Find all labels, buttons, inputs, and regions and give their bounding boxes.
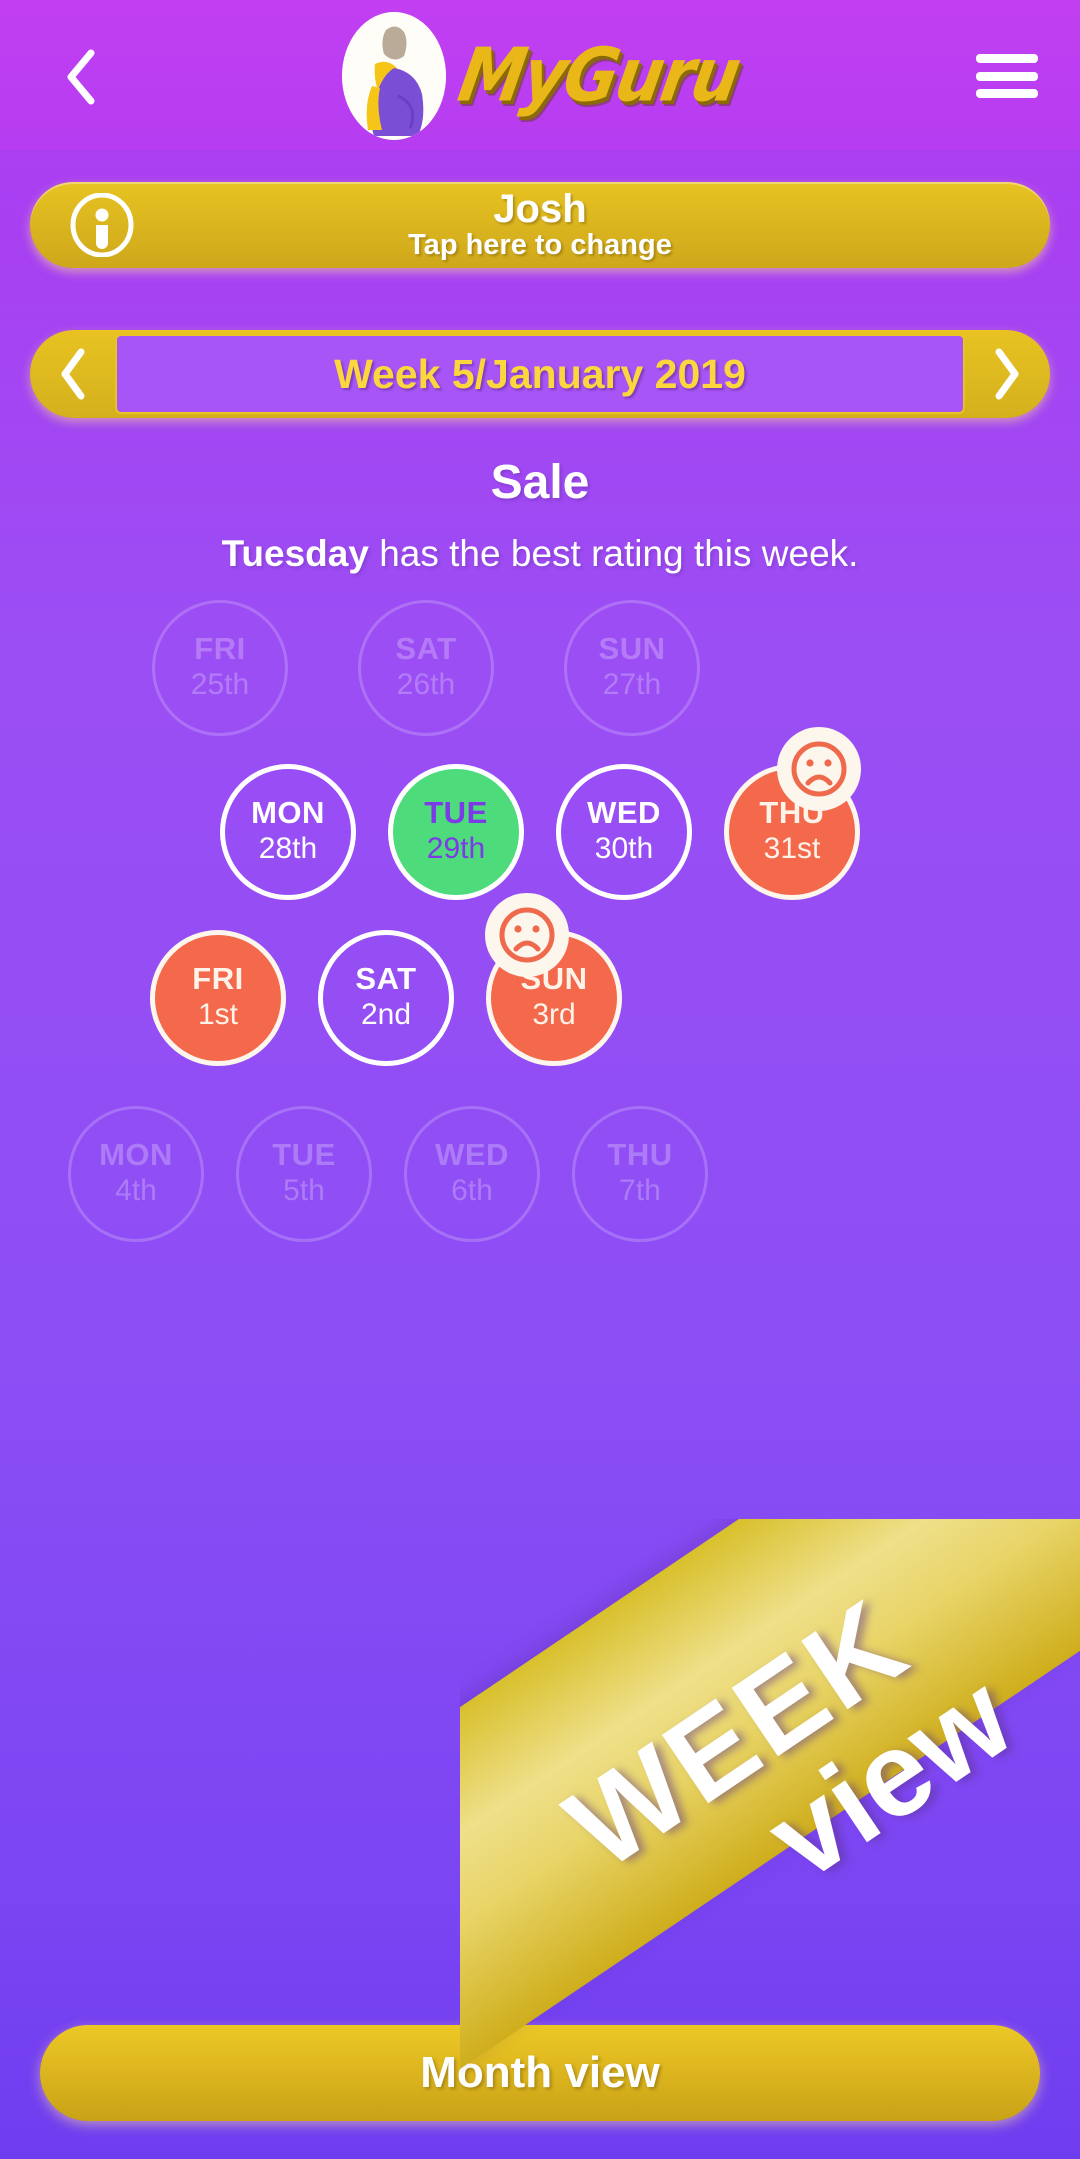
day-cell-fri-1st[interactable]: FRI 1st [150,930,286,1066]
ribbon-text: WEEK view [460,1519,1080,2093]
calendar-row-active-2: FRI 1st SAT 2nd SUN 3rd [0,893,1080,1066]
summary-text: Tuesday has the best rating this week. [0,532,1080,576]
prev-week-button[interactable] [30,330,118,418]
day-of-month-label: 31st [763,832,821,866]
app-header: MyGuru [0,0,1080,150]
day-of-week-label: MON [251,795,325,831]
next-week-button[interactable] [962,330,1050,418]
day-of-month-label: 28th [258,832,318,866]
day-cell-fri-25th: FRI 25th [152,600,288,736]
day-cell-tue-5th: TUE 5th [236,1106,372,1242]
brand-lockup: MyGuru [0,6,1080,146]
app-logo-text: MyGuru [452,32,746,119]
guru-avatar-icon [342,12,447,140]
day-of-week-label: WED [435,1137,509,1173]
day-of-week-label: MON [99,1137,173,1173]
day-cell-tue-29th[interactable]: TUE 29th [388,764,524,900]
day-of-month-label: 5th [283,1174,325,1208]
user-name: Josh [493,187,587,232]
day-of-week-label: TUE [424,795,488,831]
day-cell-mon-28th[interactable]: MON 28th [220,764,356,900]
month-view-button[interactable]: Month view [40,2025,1040,2121]
day-cell-thu-7th: THU 7th [572,1106,708,1242]
summary-block: Sale Tuesday has the best rating this we… [0,455,1080,577]
day-of-month-label: 2nd [360,998,412,1032]
day-of-month-label: 4th [115,1174,157,1208]
calendar-row-dim-top: FRI 25th SAT 26th SUN 27th [0,600,1080,736]
month-view-label: Month view [420,2048,660,2097]
day-of-month-label: 30th [594,832,654,866]
day-of-week-label: FRI [192,961,244,997]
day-of-month-label: 6th [451,1174,493,1208]
user-change-hint: Tap here to change [408,229,672,262]
sad-face-icon [485,893,569,977]
day-of-week-label: TUE [272,1137,336,1173]
day-of-month-label: 27th [602,668,662,702]
week-navigator: Week 5/January 2019 [30,330,1050,418]
day-of-month-label: 29th [426,832,486,866]
day-cell-sun-3rd[interactable]: SUN 3rd [485,893,622,1066]
day-of-week-label: SAT [395,631,457,667]
day-of-week-label: SAT [355,961,417,997]
user-selector-text: Josh Tap here to change [30,182,1050,268]
day-cell-wed-30th[interactable]: WED 30th [556,764,692,900]
avatar [342,12,447,140]
chevron-right-icon [995,348,1019,400]
hamburger-menu-icon [976,54,1038,63]
hamburger-menu-icon [976,89,1038,98]
day-of-month-label: 7th [619,1174,661,1208]
summary-rest: has the best rating this week. [368,533,859,575]
chevron-left-icon [61,348,85,400]
week-label-text: Week 5/January 2019 [334,350,746,397]
calendar-row-dim-bottom: MON 4th TUE 5th WED 6th THU 7th [0,1106,1080,1242]
day-cell-thu-31st[interactable]: THU 31st [724,727,861,900]
day-of-month-label: 3rd [532,998,576,1032]
day-cell-sat-26th: SAT 26th [358,600,494,736]
sad-face-icon [777,727,861,811]
hamburger-menu-icon [976,71,1038,81]
day-cell-mon-4th: MON 4th [68,1106,204,1242]
day-of-week-label: WED [587,795,661,831]
day-of-month-label: 26th [396,668,456,702]
hamburger-menu-button[interactable] [976,48,1038,104]
summary-best-day: Tuesday [221,533,369,575]
day-of-week-label: FRI [194,631,246,667]
day-cell-wed-6th: WED 6th [404,1106,540,1242]
day-cell-sun-27th: SUN 27th [564,600,700,736]
day-of-week-label: SUN [598,631,666,667]
page-title: Sale [490,456,590,509]
week-calendar: FRI 25th SAT 26th SUN 27th MON 28th TUE 29th WED 30… [0,600,1080,1242]
calendar-row-active-1: MON 28th TUE 29th WED 30th THU 31st [0,727,1080,900]
ribbon-band [460,1519,1080,2094]
user-selector-button[interactable]: Josh Tap here to change [30,182,1050,268]
week-label-field[interactable]: Week 5/January 2019 [115,334,965,414]
ribbon-line-1: WEEK [543,1573,931,1895]
day-cell-sat-2nd[interactable]: SAT 2nd [318,930,454,1066]
day-of-week-label: THU [607,1137,673,1173]
day-of-month-label: 1st [197,998,239,1032]
day-of-month-label: 25th [190,668,250,702]
ribbon-line-2: view [744,1649,1035,1906]
